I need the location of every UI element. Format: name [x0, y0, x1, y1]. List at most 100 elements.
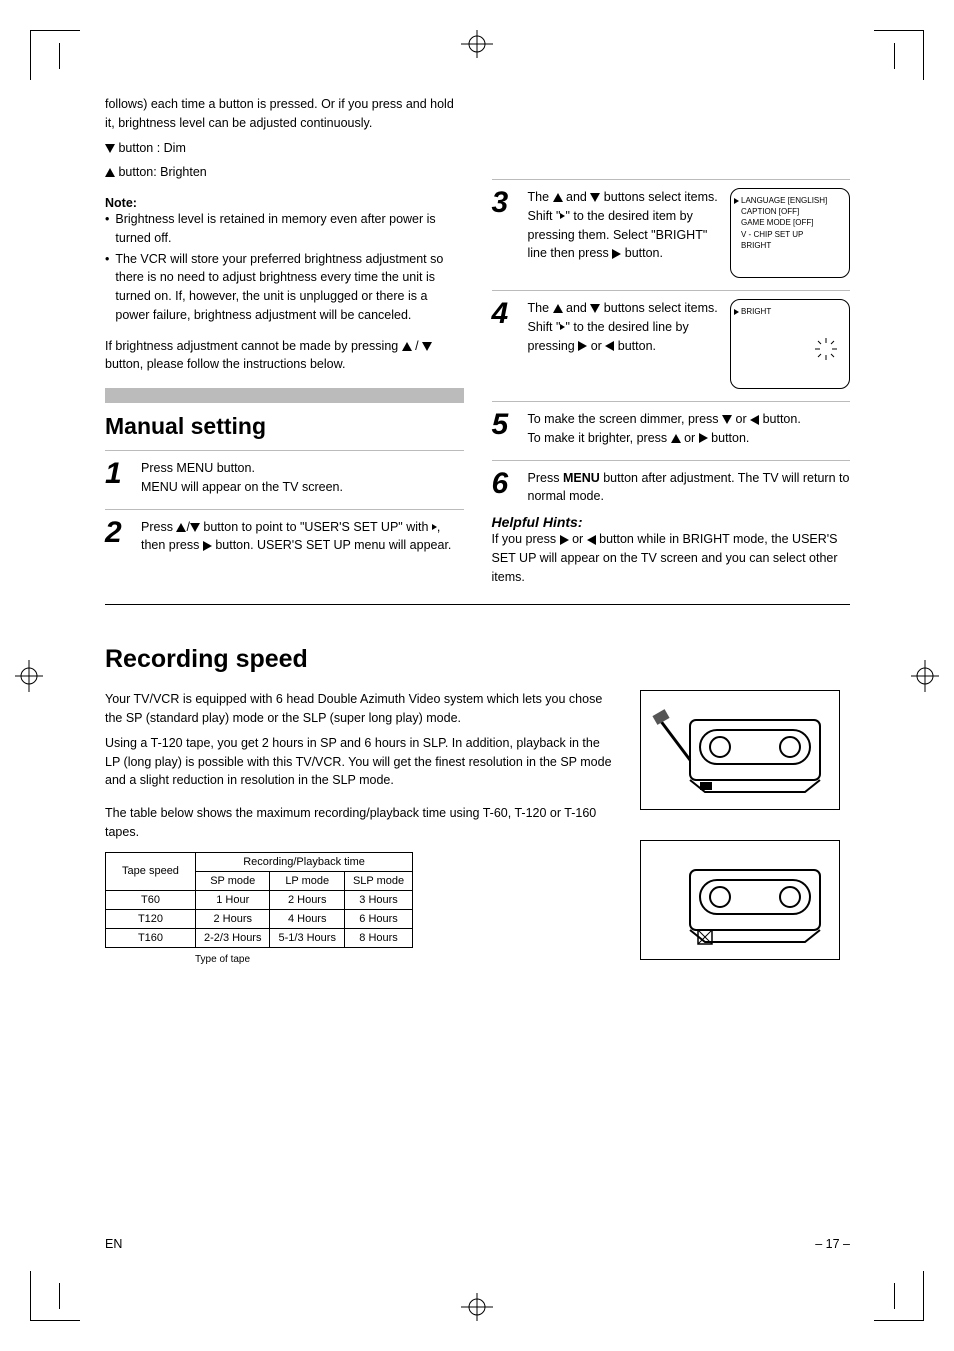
note-heading: Note:	[105, 196, 464, 210]
th-lp: LP mode	[270, 871, 344, 890]
step-separator	[492, 290, 851, 291]
right-triangle-icon	[578, 341, 587, 351]
right-triangle-icon	[203, 541, 212, 551]
cassette-tab-intact-figure	[640, 690, 840, 810]
down-triangle-icon	[590, 304, 600, 313]
crop-mark-top-right	[874, 30, 924, 80]
osd-row: BRIGHT	[741, 306, 843, 317]
step-1-body: Press MENU button. MENU will appear on t…	[141, 459, 464, 497]
cursor-triangle-icon	[432, 524, 437, 530]
page-footer: EN – 17 –	[105, 1237, 850, 1251]
crop-mark-bottom-right	[874, 1271, 924, 1321]
note-item-1: •Brightness level is retained in memory …	[105, 210, 464, 248]
left-triangle-icon	[750, 415, 759, 425]
intro-line: follows) each time a button is pressed. …	[105, 95, 464, 133]
step-1: 1 Press MENU button. MENU will appear on…	[105, 459, 464, 497]
step-separator	[492, 179, 851, 180]
osd-row: CAPTION [OFF]	[741, 206, 843, 217]
step-number-6: 6	[492, 469, 518, 507]
step-3: 3 The and buttons select items. Shift ""…	[492, 188, 851, 278]
crop-mark-top-left	[30, 30, 80, 80]
intro-paragraph: follows) each time a button is pressed. …	[105, 95, 464, 182]
osd-row: GAME MODE [OFF]	[741, 217, 843, 228]
step-separator	[492, 401, 851, 402]
up-triangle-icon	[553, 304, 563, 313]
left-triangle-icon	[605, 341, 614, 351]
cursor-triangle-icon	[560, 324, 565, 330]
step-5-body: To make the screen dimmer, press or butt…	[528, 410, 851, 448]
up-triangle-icon	[402, 342, 412, 351]
down-triangle-icon	[722, 415, 732, 424]
right-triangle-icon	[699, 433, 708, 443]
rec-para-1: Your TV/VCR is equipped with 6 head Doub…	[105, 690, 612, 728]
recording-speed-text: Your TV/VCR is equipped with 6 head Doub…	[105, 690, 612, 966]
left-triangle-icon	[587, 535, 596, 545]
cursor-triangle-icon	[560, 213, 565, 219]
recording-speed-heading: Recording speed	[105, 645, 850, 674]
step-number-5: 5	[492, 410, 518, 448]
up-triangle-icon	[176, 523, 186, 532]
content-area: follows) each time a button is pressed. …	[105, 95, 850, 967]
table-row: T1602-2/3 Hours5-1/3 Hours8 Hours	[106, 928, 413, 947]
osd-row: BRIGHT	[741, 240, 843, 251]
note-item-2: •The VCR will store your preferred brigh…	[105, 250, 464, 325]
registration-mark-right	[911, 656, 939, 696]
step-5: 5 To make the screen dimmer, press or bu…	[492, 410, 851, 448]
bright-text: button: Brighten	[118, 165, 206, 179]
crop-mark-bottom-left	[30, 1271, 80, 1321]
step-6: 6 Press MENU button after adjustment. Th…	[492, 469, 851, 507]
osd-screen-bright: BRIGHT	[730, 299, 850, 389]
cassette-intact-icon	[650, 700, 830, 800]
th-tape-speed: Tape speed	[106, 852, 196, 890]
bright-line: button: Brighten	[105, 163, 464, 182]
up-triangle-icon	[671, 434, 681, 443]
dim-text: button : Dim	[118, 141, 185, 155]
step-number-2: 2	[105, 518, 131, 556]
rec-para-2: Using a T-120 tape, you get 2 hours in S…	[105, 734, 612, 790]
type-of-tape-caption: Type of tape	[195, 954, 250, 965]
registration-mark-left	[15, 656, 43, 696]
step-separator	[105, 509, 464, 510]
helpful-hints-heading: Helpful Hints:	[492, 514, 851, 530]
right-triangle-icon	[560, 535, 569, 545]
step-2: 2 Press / button to point to "USER'S SET…	[105, 518, 464, 556]
step-separator	[105, 450, 464, 451]
cursor-triangle-icon	[734, 309, 739, 315]
up-triangle-icon	[553, 193, 563, 202]
th-rec-time: Recording/Playback time	[196, 852, 413, 871]
th-sp: SP mode	[196, 871, 270, 890]
left-column: follows) each time a button is pressed. …	[105, 95, 464, 586]
step-6-body: Press MENU button after adjustment. The …	[528, 469, 851, 507]
recording-speed-figures	[640, 690, 850, 966]
table-intro: The table below shows the maximum record…	[105, 804, 612, 842]
osd-row: V - CHIP SET UP	[741, 229, 843, 240]
recording-speed-block: Your TV/VCR is equipped with 6 head Doub…	[105, 690, 850, 966]
cassette-taped-icon	[650, 850, 830, 950]
two-column-layout: follows) each time a button is pressed. …	[105, 95, 850, 586]
recording-time-table: Tape speed Recording/Playback time SP mo…	[105, 852, 413, 948]
brightness-sun-icon	[813, 336, 839, 362]
cursor-triangle-icon	[734, 198, 739, 204]
step-4-body: The and buttons select items. Shift "" t…	[528, 299, 721, 355]
registration-mark-bottom	[457, 1293, 497, 1321]
dim-line: button : Dim	[105, 139, 464, 158]
cassette-tab-removed-figure	[640, 840, 840, 960]
down-triangle-icon	[422, 342, 432, 351]
page-root: follows) each time a button is pressed. …	[0, 0, 954, 1351]
helpful-hints-body: If you press or button while in BRIGHT m…	[492, 530, 851, 586]
footer-language: EN	[105, 1237, 122, 1251]
right-triangle-icon	[612, 249, 621, 259]
down-triangle-icon	[590, 193, 600, 202]
step-number-3: 3	[492, 188, 518, 278]
step-separator	[492, 460, 851, 461]
up-triangle-icon	[105, 168, 115, 177]
step-4: 4 The and buttons select items. Shift ""…	[492, 299, 851, 389]
down-triangle-icon	[190, 523, 200, 532]
osd-screen-users-setup: LANGUAGE [ENGLISH] CAPTION [OFF] GAME MO…	[730, 188, 850, 278]
note-text-2: The VCR will store your preferred bright…	[115, 250, 463, 325]
section-rule	[105, 604, 850, 605]
manual-setting-heading: Manual setting	[105, 413, 464, 440]
section-divider-bar	[105, 388, 464, 403]
manual-hint: If brightness adjustment cannot be made …	[105, 337, 464, 375]
down-triangle-icon	[105, 144, 115, 153]
